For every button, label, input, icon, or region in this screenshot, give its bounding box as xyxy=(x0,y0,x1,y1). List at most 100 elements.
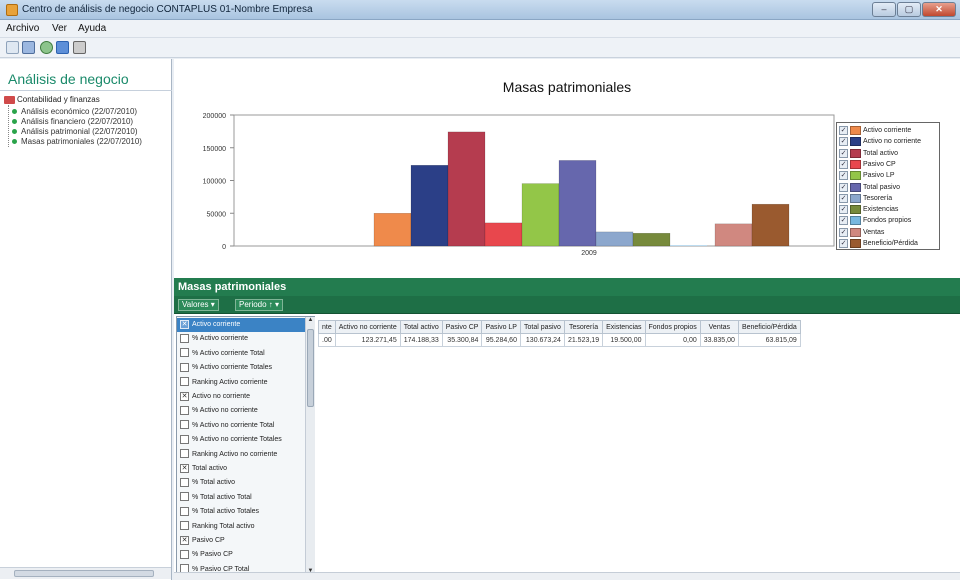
table-cell[interactable]: 21.523,19 xyxy=(563,333,604,347)
table-cell[interactable]: 35.300,84 xyxy=(441,333,483,347)
dropdown-item[interactable]: % Activo corriente xyxy=(177,332,305,346)
column-header[interactable]: Pasivo CP xyxy=(441,320,483,334)
close-button[interactable]: ✕ xyxy=(922,2,956,17)
chart-icon[interactable] xyxy=(56,41,69,54)
valores-field-button[interactable]: Valores ▾ xyxy=(178,299,219,311)
print-icon[interactable] xyxy=(73,41,86,54)
dropdown-item[interactable]: % Activo no corriente Total xyxy=(177,419,305,433)
legend-checkbox[interactable]: ✓ xyxy=(839,148,848,158)
legend-item[interactable]: ✓ Pasivo CP xyxy=(839,159,896,170)
legend-item[interactable]: ✓ Tesorería xyxy=(839,193,892,204)
table-cell[interactable]: 123.271,45 xyxy=(334,333,401,347)
table-cell[interactable]: .00 xyxy=(318,333,336,347)
checkbox[interactable] xyxy=(180,492,189,502)
legend-item[interactable]: ✓ Total activo xyxy=(839,148,898,159)
checkbox[interactable]: ✕ xyxy=(180,463,189,473)
checkbox[interactable] xyxy=(180,377,189,387)
dropdown-item[interactable]: % Total activo xyxy=(177,476,305,490)
column-header[interactable]: Total pasivo xyxy=(519,320,565,334)
legend-item[interactable]: ✓ Activo no corriente xyxy=(839,137,921,147)
legend-checkbox[interactable]: ✓ xyxy=(839,182,848,192)
legend-checkbox[interactable]: ✓ xyxy=(839,216,848,226)
legend-checkbox[interactable]: ✓ xyxy=(839,171,848,181)
tree-item-analisis-patrimonial[interactable]: Análisis patrimonial (22/07/2010) xyxy=(12,127,138,136)
checkbox[interactable]: ✕ xyxy=(180,391,189,401)
dropdown-item[interactable]: ✕ Pasivo CP xyxy=(177,534,305,548)
dropdown-item[interactable]: Ranking Activo no corriente xyxy=(177,448,305,462)
checkbox[interactable] xyxy=(180,362,189,372)
minimize-button[interactable]: – xyxy=(872,2,896,17)
horizontal-scrollbar[interactable] xyxy=(0,567,171,579)
dropdown-item[interactable]: Ranking Activo corriente xyxy=(177,376,305,390)
column-header[interactable]: Existencias xyxy=(602,320,646,334)
legend-checkbox[interactable]: ✓ xyxy=(839,193,848,203)
table-row[interactable]: .00 123.271,45 174.188,33 35.300,84 95.284,6… xyxy=(318,333,801,347)
legend-checkbox[interactable]: ✓ xyxy=(839,126,848,135)
dropdown-item[interactable]: ✕ Activo corriente xyxy=(177,318,305,332)
dropdown-item[interactable]: % Pasivo CP xyxy=(177,548,305,562)
checkbox[interactable] xyxy=(180,434,189,444)
periodo-field-button[interactable]: Periodo ↑ ▾ xyxy=(235,299,284,311)
checkbox[interactable]: ✕ xyxy=(180,535,189,545)
column-header[interactable]: Total activo xyxy=(399,320,443,334)
dropdown-scrollbar[interactable]: ▲ ▼ xyxy=(305,317,315,579)
column-header[interactable]: Tesorería xyxy=(563,320,604,334)
calendar-icon[interactable] xyxy=(22,41,35,54)
scrollbar-thumb[interactable] xyxy=(14,570,154,577)
column-header[interactable]: Ventas xyxy=(699,320,739,334)
checkbox[interactable] xyxy=(180,449,189,459)
checkbox[interactable]: ✕ xyxy=(180,319,189,329)
legend-item[interactable]: ✓ Activo corriente xyxy=(839,126,911,136)
refresh-icon[interactable] xyxy=(40,41,53,54)
checkbox[interactable] xyxy=(180,348,189,358)
legend-item[interactable]: ✓ Existencias xyxy=(839,205,898,215)
dropdown-item[interactable]: % Total activo Totales xyxy=(177,505,305,519)
table-cell[interactable]: 19.500,00 xyxy=(602,333,646,347)
valores-dropdown-list[interactable]: ▲ ▼ ✕ Activo corriente% Activo corriente%… xyxy=(176,316,315,580)
back-icon[interactable] xyxy=(6,41,19,54)
column-header[interactable]: Beneficio/Pérdida xyxy=(737,320,801,334)
dropdown-item[interactable]: % Activo corriente Total xyxy=(177,347,305,361)
table-cell[interactable]: 33.835,00 xyxy=(699,333,739,347)
checkbox[interactable] xyxy=(180,550,189,560)
dropdown-item[interactable]: % Activo corriente Totales xyxy=(177,361,305,375)
checkbox[interactable] xyxy=(180,521,189,531)
legend-item[interactable]: ✓ Ventas xyxy=(839,227,884,238)
menu-archivo[interactable]: Archivo xyxy=(6,23,39,34)
checkbox[interactable] xyxy=(180,420,189,430)
legend-checkbox[interactable]: ✓ xyxy=(839,137,848,147)
checkbox[interactable] xyxy=(180,506,189,516)
table-cell[interactable]: 95.284,60 xyxy=(481,333,521,347)
legend-checkbox[interactable]: ✓ xyxy=(839,159,848,169)
checkbox[interactable] xyxy=(180,478,189,488)
dropdown-item[interactable]: ✕ Total activo xyxy=(177,462,305,476)
tree-item-analisis-economico[interactable]: Análisis económico (22/07/2010) xyxy=(12,107,137,116)
table-cell[interactable]: 130.673,24 xyxy=(519,333,565,347)
dropdown-item[interactable]: Ranking Total activo xyxy=(177,520,305,534)
column-header[interactable]: Activo no corriente xyxy=(334,320,401,334)
table-cell[interactable]: 0,00 xyxy=(644,333,701,347)
legend-item[interactable]: ✓ Fondos propios xyxy=(839,216,911,226)
legend-item[interactable]: ✓ Pasivo LP xyxy=(839,171,895,181)
dropdown-item[interactable]: % Activo no corriente xyxy=(177,404,305,418)
legend-item[interactable]: ✓ Beneficio/Pérdida xyxy=(839,239,918,249)
table-cell[interactable]: 63.815,09 xyxy=(737,333,801,347)
legend-checkbox[interactable]: ✓ xyxy=(839,205,848,215)
column-header[interactable]: Pasivo LP xyxy=(481,320,521,334)
checkbox[interactable] xyxy=(180,406,189,416)
column-header[interactable]: nte xyxy=(318,320,336,334)
scroll-up-icon[interactable]: ▲ xyxy=(306,317,315,327)
legend-checkbox[interactable]: ✓ xyxy=(839,239,848,248)
tree-item-masas-patrimoniales[interactable]: Masas patrimoniales (22/07/2010) xyxy=(12,137,142,146)
dropdown-item[interactable]: % Total activo Total xyxy=(177,491,305,505)
tree-root[interactable]: Contabilidad y finanzas xyxy=(4,95,100,104)
scrollbar-thumb[interactable] xyxy=(307,329,314,407)
menu-ayuda[interactable]: Ayuda xyxy=(78,23,106,34)
dropdown-item[interactable]: % Activo no corriente Totales xyxy=(177,433,305,447)
column-header[interactable]: Fondos propios xyxy=(644,320,701,334)
maximize-button[interactable]: ▢ xyxy=(897,2,921,17)
tree-item-analisis-financiero[interactable]: Análisis financiero (22/07/2010) xyxy=(12,117,133,126)
legend-checkbox[interactable]: ✓ xyxy=(839,227,848,237)
table-cell[interactable]: 174.188,33 xyxy=(399,333,443,347)
menu-ver[interactable]: Ver xyxy=(52,23,67,34)
